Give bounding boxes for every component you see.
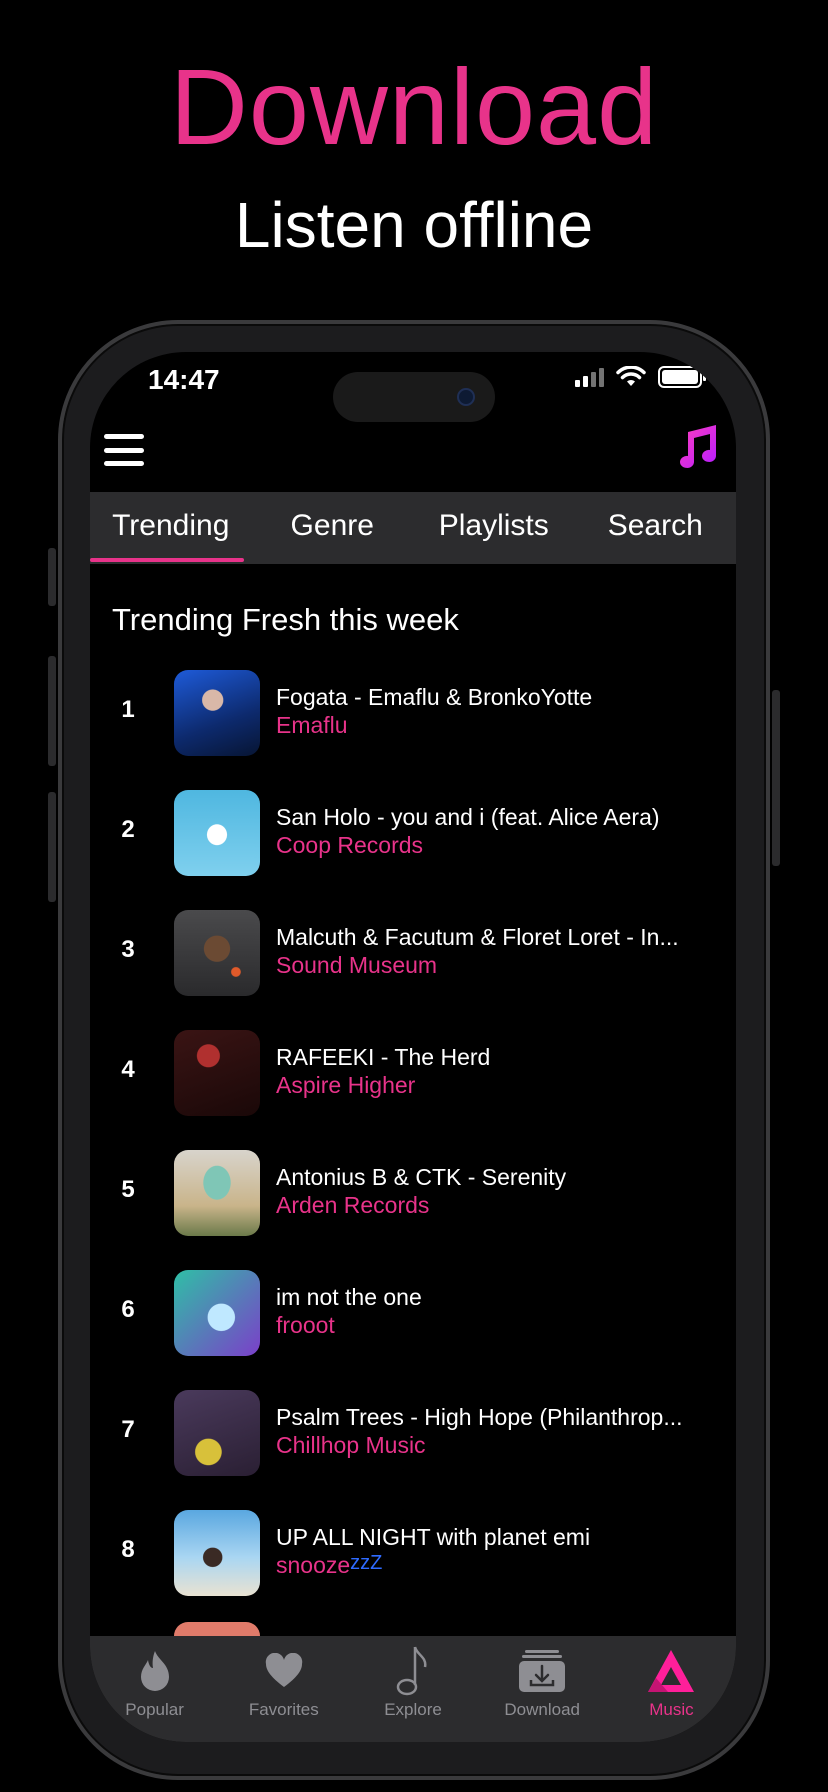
album-art [174, 1390, 260, 1476]
track-row[interactable]: 2 San Holo - you and i (feat. Alice Aera… [90, 790, 736, 910]
track-rank: 5 [121, 1176, 135, 1203]
album-art [174, 1030, 260, 1116]
music-note-icon [386, 1644, 440, 1698]
section-title: Trending Fresh this week [112, 602, 459, 637]
signal-icon [575, 367, 604, 387]
triangle-logo-icon [644, 1644, 698, 1698]
track-rank: 6 [121, 1296, 135, 1323]
hero-subtitle: Listen offline [234, 189, 594, 261]
bottom-tab-bar: Popular Favorites Explore Download Music [90, 1636, 736, 1742]
phone-volume-up-button [48, 656, 56, 766]
track-artist: Chillhop Music [276, 1432, 426, 1458]
album-art [174, 1510, 260, 1596]
bottom-tab-explore[interactable]: Explore [348, 1644, 477, 1742]
camera-icon [457, 388, 475, 406]
dynamic-island [333, 372, 495, 422]
battery-icon [658, 366, 706, 388]
sleep-zzz-mark: zzZ [350, 1552, 383, 1574]
bottom-tab-popular[interactable]: Popular [90, 1644, 219, 1742]
phone-power-button [772, 690, 780, 866]
track-title: Psalm Trees - High Hope (Philanthrop... [276, 1404, 683, 1430]
app-header [90, 422, 736, 492]
bottom-tab-music[interactable]: Music [607, 1644, 736, 1742]
album-art [174, 910, 260, 996]
track-title: im not the one [276, 1284, 422, 1310]
track-rank: 7 [121, 1416, 135, 1443]
track-title: RAFEEKI - The Herd [276, 1044, 491, 1070]
track-row[interactable]: 1 Fogata - Emaflu & BronkoYotte Emaflu [90, 670, 736, 790]
track-rank: 3 [121, 936, 135, 963]
track-artist: snoozezzZ [276, 1552, 716, 1579]
track-rank: 8 [121, 1536, 135, 1563]
phone-volume-down-button [48, 792, 56, 902]
phone-screen: 14:47 Trending Genre Playlists Search Tr… [90, 352, 736, 1742]
status-bar: 14:47 [90, 352, 736, 422]
track-artist: Emaflu [276, 712, 348, 738]
bottom-tab-download[interactable]: Download [478, 1644, 607, 1742]
track-title: San Holo - you and i (feat. Alice Aera) [276, 804, 660, 830]
flame-icon [128, 1644, 182, 1698]
top-tab-bar: Trending Genre Playlists Search [90, 492, 736, 564]
track-title: Antonius B & CTK - Serenity [276, 1164, 567, 1190]
status-time: 14:47 [148, 364, 220, 395]
tab-genre[interactable]: Genre [252, 492, 414, 564]
track-title: UP ALL NIGHT with planet emi [276, 1524, 591, 1550]
track-rank: 4 [121, 1056, 135, 1083]
track-row[interactable]: 8 UP ALL NIGHT with planet emi snoozezzZ [90, 1510, 736, 1630]
track-rank: 1 [121, 696, 135, 723]
track-title: Malcuth & Facutum & Floret Loret - In... [276, 924, 679, 950]
track-row[interactable]: 7 Psalm Trees - High Hope (Philanthrop..… [90, 1390, 736, 1510]
track-artist-name: snooze [276, 1552, 351, 1578]
wifi-icon [616, 366, 646, 386]
status-icons [575, 366, 706, 388]
tab-label: Music [649, 1700, 694, 1719]
hero-title: Download [169, 46, 659, 167]
phone-action-button [48, 548, 56, 606]
album-art [174, 1150, 260, 1236]
track-artist: Coop Records [276, 832, 424, 858]
music-note-icon[interactable] [674, 422, 718, 470]
album-art [174, 670, 260, 756]
tab-playlists[interactable]: Playlists [413, 492, 575, 564]
track-row[interactable]: 5 Antonius B & CTK - Serenity Arden Reco… [90, 1150, 736, 1270]
hamburger-icon[interactable] [104, 432, 144, 468]
album-art [174, 790, 260, 876]
track-list: 1 Fogata - Emaflu & BronkoYotte Emaflu 2… [90, 670, 736, 1630]
track-artist: Sound Museum [276, 952, 438, 978]
track-row[interactable]: 6 im not the one frooot [90, 1270, 736, 1390]
tab-label: Download [504, 1700, 581, 1719]
download-tray-icon [515, 1644, 569, 1698]
tab-label: Popular [125, 1700, 184, 1719]
track-artist: Arden Records [276, 1192, 430, 1218]
tab-label: Favorites [248, 1700, 319, 1719]
track-artist: Aspire Higher [276, 1072, 416, 1098]
track-row[interactable]: 3 Malcuth & Facutum & Floret Loret - In.… [90, 910, 736, 1030]
album-art [174, 1270, 260, 1356]
tab-label: Explore [384, 1700, 442, 1719]
track-row[interactable]: 4 RAFEEKI - The Herd Aspire Higher [90, 1030, 736, 1150]
tab-trending[interactable]: Trending [90, 492, 252, 564]
bottom-tab-favorites[interactable]: Favorites [219, 1644, 348, 1742]
track-rank: 2 [121, 816, 135, 843]
track-artist: frooot [276, 1312, 335, 1338]
heart-icon [257, 1644, 311, 1698]
track-title: Fogata - Emaflu & BronkoYotte [276, 684, 593, 710]
tab-search[interactable]: Search [575, 492, 737, 564]
